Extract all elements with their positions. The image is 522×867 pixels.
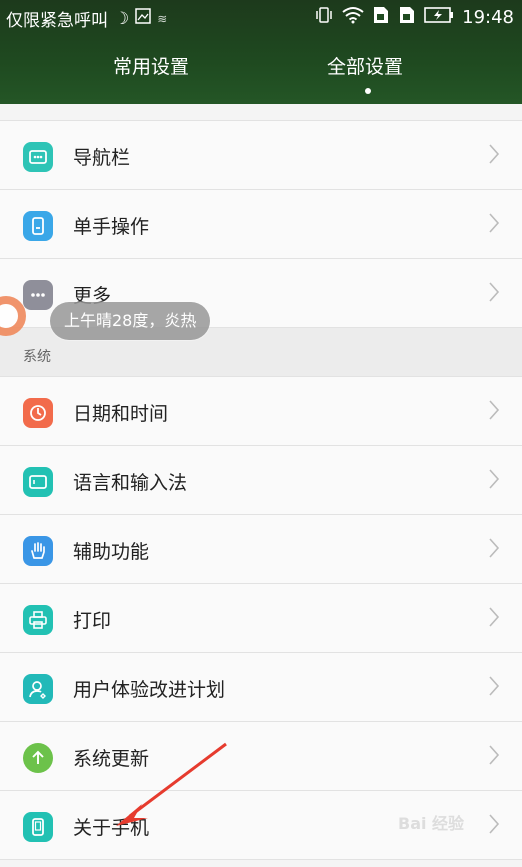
status-bar: 仅限紧急呼叫 ☽ ≋ 19:48 xyxy=(0,0,522,34)
row-label: 日期和时间 xyxy=(73,403,169,425)
user-experience-icon xyxy=(23,674,53,704)
tab-bar: 常用设置 全部设置 xyxy=(0,52,522,92)
settings-row-language-input[interactable]: 语言和输入法 xyxy=(0,446,522,515)
settings-row-accessibility[interactable]: 辅助功能 xyxy=(0,515,522,584)
chevron-right-icon xyxy=(488,281,500,307)
chevron-right-icon xyxy=(488,813,500,839)
list-top-divider xyxy=(0,104,522,121)
tab-indicator xyxy=(365,88,371,94)
settings-row-navigation-bar[interactable]: 导航栏 xyxy=(0,121,522,190)
settings-row-print[interactable]: 打印 xyxy=(0,584,522,653)
chevron-right-icon xyxy=(488,744,500,770)
hand-icon xyxy=(23,536,53,566)
tab-all-settings[interactable]: 全部设置 xyxy=(327,52,403,79)
settings-row-user-experience[interactable]: 用户体验改进计划 xyxy=(0,653,522,722)
chevron-right-icon xyxy=(488,606,500,632)
settings-list: 导航栏 单手操作 更多 系统 日期和时间 语言和输入法 辅助功能 打印 用户体验… xyxy=(0,104,522,860)
row-label: 导航栏 xyxy=(73,147,131,169)
keyboard-icon xyxy=(23,467,53,497)
printer-icon xyxy=(23,605,53,635)
row-label: 单手操作 xyxy=(73,216,150,238)
row-label: 辅助功能 xyxy=(73,541,150,563)
image-icon xyxy=(135,8,151,29)
row-label: 用户体验改进计划 xyxy=(73,679,226,701)
more-icon xyxy=(23,280,53,310)
one-hand-icon xyxy=(23,211,53,241)
baidu-watermark: Bai 经验 xyxy=(398,814,465,833)
settings-row-system-update[interactable]: 系统更新 xyxy=(0,722,522,791)
chevron-right-icon xyxy=(488,212,500,238)
chevron-right-icon xyxy=(488,399,500,425)
settings-row-one-hand[interactable]: 单手操作 xyxy=(0,190,522,259)
settings-row-date-time[interactable]: 日期和时间 xyxy=(0,377,522,446)
navigation-bar-icon xyxy=(23,142,53,172)
battery-icon xyxy=(424,6,454,29)
wifi-small-icon: ≋ xyxy=(157,11,168,26)
chevron-right-icon xyxy=(488,675,500,701)
vibrate-icon xyxy=(314,5,334,30)
sim1-icon xyxy=(372,5,390,30)
row-label: 打印 xyxy=(73,610,112,632)
header: 仅限紧急呼叫 ☽ ≋ 19:48 常用设置 全部设置 xyxy=(0,0,522,104)
row-label: 语言和输入法 xyxy=(73,472,188,494)
chevron-right-icon xyxy=(488,143,500,169)
section-title: 系统 xyxy=(23,349,51,365)
annotation-arrow-icon xyxy=(116,742,227,826)
weather-toast: 上午晴28度，炎热 xyxy=(50,302,211,340)
sim2-icon xyxy=(398,5,416,30)
chevron-right-icon xyxy=(488,537,500,563)
chevron-right-icon xyxy=(488,468,500,494)
wifi-icon xyxy=(342,6,364,29)
update-arrow-icon xyxy=(23,743,53,773)
clock-time: 19:48 xyxy=(462,7,514,28)
carrier-text: 仅限紧急呼叫 xyxy=(6,11,108,31)
phone-icon xyxy=(23,812,53,842)
clock-icon xyxy=(23,398,53,428)
moon-icon: ☽ xyxy=(114,8,130,29)
tab-common-settings[interactable]: 常用设置 xyxy=(113,52,189,79)
